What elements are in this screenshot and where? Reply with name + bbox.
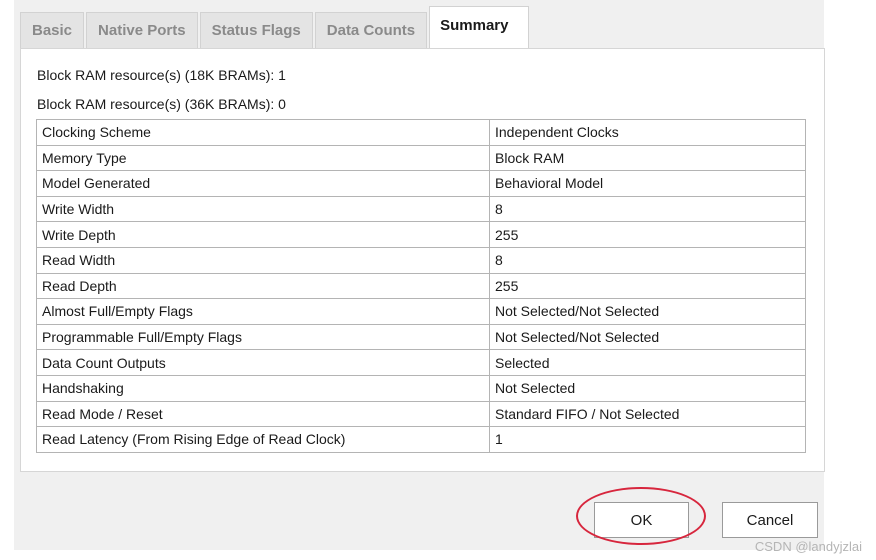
row-value: Not Selected/Not Selected xyxy=(489,298,806,325)
row-label: Data Count Outputs xyxy=(36,349,490,376)
table-row: Read Mode / Reset Standard FIFO / Not Se… xyxy=(36,400,806,428)
row-value: Not Selected/Not Selected xyxy=(489,323,806,351)
row-value: 8 xyxy=(489,246,806,274)
summary-table: Clocking Scheme Independent Clocks Memor… xyxy=(36,119,806,453)
row-label: Write Width xyxy=(36,195,490,223)
table-row: Write Width 8 xyxy=(36,195,806,223)
row-label: Programmable Full/Empty Flags xyxy=(36,323,490,351)
bram-18k-count: Block RAM resource(s) (18K BRAMs): 1 xyxy=(37,67,286,83)
summary-panel: Block RAM resource(s) (18K BRAMs): 1 Blo… xyxy=(20,48,825,472)
cancel-button[interactable]: Cancel xyxy=(722,502,818,538)
bram-36k-count: Block RAM resource(s) (36K BRAMs): 0 xyxy=(37,96,286,112)
row-value: 255 xyxy=(489,272,806,300)
tab-basic[interactable]: Basic xyxy=(20,12,85,48)
tab-native-ports[interactable]: Native Ports xyxy=(86,12,198,48)
tab-data-counts[interactable]: Data Counts xyxy=(314,12,428,48)
watermark: CSDN @landyjzlai xyxy=(754,539,862,554)
table-row: Write Depth 255 xyxy=(36,221,806,248)
row-label: Read Depth xyxy=(36,272,490,300)
table-row: Clocking Scheme Independent Clocks xyxy=(36,119,806,146)
row-label: Handshaking xyxy=(36,374,490,402)
table-row: Data Count Outputs Selected xyxy=(36,349,806,376)
table-row: Read Width 8 xyxy=(36,246,806,274)
row-label: Write Depth xyxy=(36,221,490,248)
row-label: Memory Type xyxy=(36,144,490,172)
table-row: Read Depth 255 xyxy=(36,272,806,300)
table-row: Model Generated Behavioral Model xyxy=(36,170,806,197)
tab-summary[interactable]: Summary xyxy=(429,6,530,48)
row-value: Independent Clocks xyxy=(489,119,806,146)
row-label: Read Width xyxy=(36,246,490,274)
table-row: Handshaking Not Selected xyxy=(36,374,806,402)
row-value: Not Selected xyxy=(489,374,806,402)
tab-bar: Basic Native Ports Status Flags Data Cou… xyxy=(20,6,824,48)
row-value: Block RAM xyxy=(489,144,806,172)
fifo-generator-dialog: Basic Native Ports Status Flags Data Cou… xyxy=(14,0,825,550)
row-value: 255 xyxy=(489,221,806,248)
ok-button[interactable]: OK xyxy=(594,502,689,538)
row-value: 1 xyxy=(489,426,806,453)
row-value: 8 xyxy=(489,195,806,223)
table-row: Read Latency (From Rising Edge of Read C… xyxy=(36,426,806,453)
tab-status-flags[interactable]: Status Flags xyxy=(199,12,313,48)
row-label: Clocking Scheme xyxy=(36,119,490,146)
table-row: Memory Type Block RAM xyxy=(36,144,806,172)
row-label: Almost Full/Empty Flags xyxy=(36,298,490,325)
row-label: Read Latency (From Rising Edge of Read C… xyxy=(36,426,490,453)
row-value: Standard FIFO / Not Selected xyxy=(489,400,806,428)
row-value: Behavioral Model xyxy=(489,170,806,197)
table-row: Almost Full/Empty Flags Not Selected/Not… xyxy=(36,298,806,325)
row-value: Selected xyxy=(489,349,806,376)
row-label: Model Generated xyxy=(36,170,490,197)
row-label: Read Mode / Reset xyxy=(36,400,490,428)
table-row: Programmable Full/Empty Flags Not Select… xyxy=(36,323,806,351)
